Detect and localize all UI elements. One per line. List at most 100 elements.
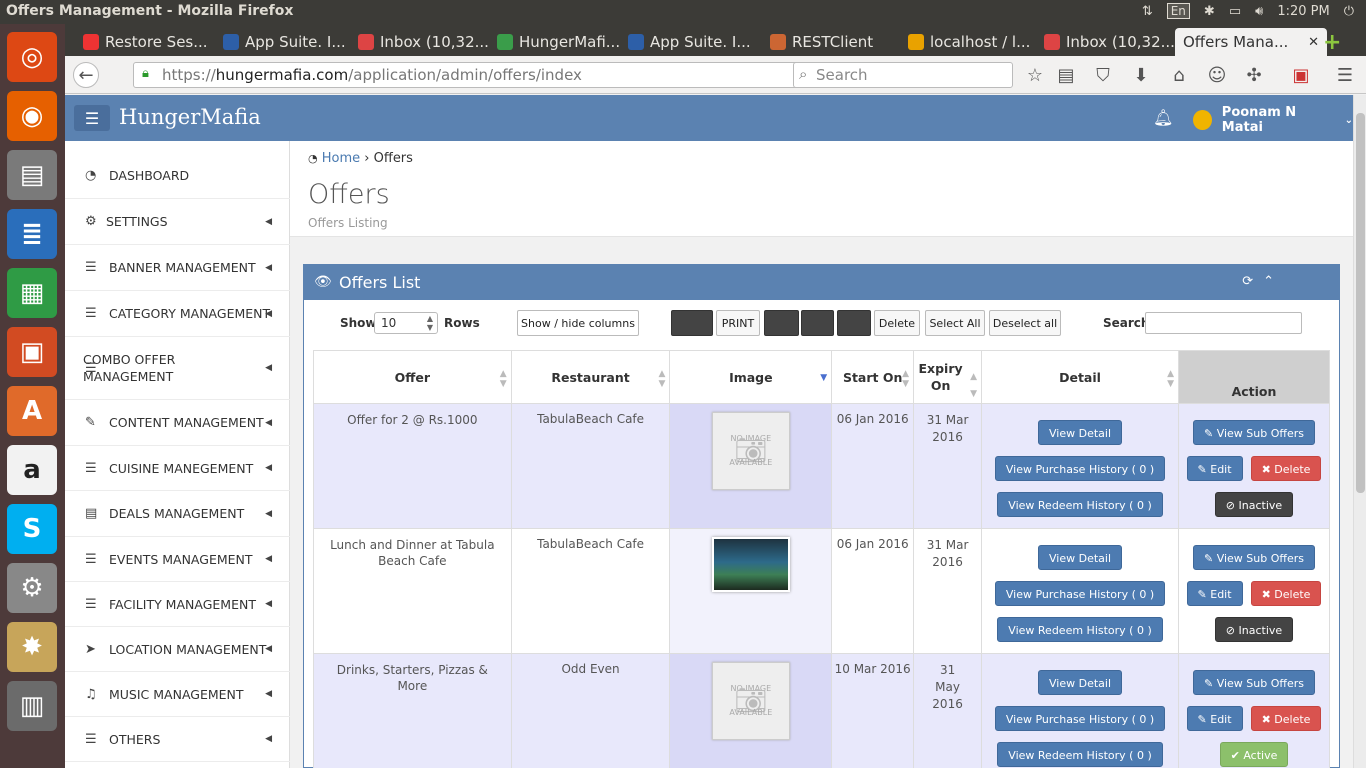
delete-button[interactable]: ✖ Delete (1250, 706, 1322, 731)
sidebar-item-deals-management[interactable]: ▤ DEALS MANAGEMENT ◀ (65, 491, 290, 537)
view-sub-offers-button[interactable]: ✎ View Sub Offers (1192, 670, 1315, 695)
browser-tab[interactable]: App Suite. I... (223, 28, 355, 56)
view-redeem-history-button[interactable]: View Redeem History ( 0 ) (997, 742, 1163, 767)
status-toggle-button[interactable]: ⊘ Inactive (1214, 617, 1294, 642)
spinner-arrows-icon[interactable]: ▲ ▼ (427, 314, 433, 332)
pocket-icon[interactable]: ⛉ (1090, 62, 1116, 88)
view-redeem-history-button[interactable]: View Redeem History ( 0 ) (997, 617, 1163, 642)
sidebar-item-category-management[interactable]: ☰ CATEGORY MANAGEMENT ◀ (65, 291, 290, 337)
browser-tab[interactable]: App Suite. I... (628, 28, 760, 56)
table-search-input[interactable] (1145, 312, 1302, 334)
browser-tab[interactable]: Inbox (10,32... (358, 28, 490, 56)
view-purchase-history-button[interactable]: View Purchase History ( 0 ) (994, 581, 1166, 606)
view-detail-button[interactable]: View Detail (1038, 420, 1123, 445)
sidebar-item-combo-offer-management[interactable]: ☰ COMBO OFFER MANAGEMENT ◀ (65, 337, 290, 400)
header-detail[interactable]: Detail ▲ ▼ (981, 350, 1179, 404)
view-sub-offers-button[interactable]: ✎ View Sub Offers (1192, 545, 1315, 570)
keyboard-language[interactable]: En (1166, 3, 1190, 19)
header-offer[interactable]: Offer ▲ ▼ (313, 350, 512, 404)
excel-button[interactable] (801, 310, 834, 336)
delete-selected-button[interactable]: Delete (874, 310, 920, 336)
sidebar-item-events-management[interactable]: ☰ EVENTS MANAGEMENT ◀ (65, 537, 290, 582)
refresh-icon[interactable]: ⟳ (1242, 274, 1253, 289)
browser-tab[interactable]: localhost / l... (908, 28, 1040, 56)
firefox-icon[interactable]: ◉ (7, 91, 57, 141)
brand-logo[interactable]: HungerMafia (119, 105, 261, 129)
edit-button[interactable]: ✎ Edit (1186, 706, 1243, 731)
offer-photo[interactable] (711, 537, 790, 592)
page-scrollbar[interactable] (1353, 95, 1366, 768)
delete-button[interactable]: ✖ Delete (1250, 581, 1322, 606)
breadcrumb-home-link[interactable]: Home (322, 151, 360, 166)
chevron-up-icon[interactable]: ⌃ (1263, 274, 1274, 289)
view-sub-offers-button[interactable]: ✎ View Sub Offers (1192, 420, 1315, 445)
edit-button[interactable]: ✎ Edit (1186, 456, 1243, 481)
view-detail-button[interactable]: View Detail (1038, 670, 1123, 695)
sidebar-item-dashboard[interactable]: ◔ DASHBOARD (65, 153, 290, 199)
power-icon[interactable]: ⏻ (1344, 4, 1354, 19)
ubuntu-icon[interactable]: ◎ (7, 32, 57, 82)
system-settings-icon[interactable]: ⚙ (7, 563, 57, 613)
header-image[interactable]: Image ▼ (669, 350, 833, 404)
select-all-button[interactable]: Select All (925, 310, 985, 336)
view-detail-button[interactable]: View Detail (1038, 545, 1123, 570)
bookmark-star-icon[interactable]: ☆ (1022, 62, 1048, 88)
lock-icon[interactable]: 🔒︎ (142, 66, 149, 81)
browser-tab[interactable]: Restore Ses... (83, 28, 215, 56)
stacked-apps-icon[interactable]: ▥ (7, 681, 57, 731)
network-arrows-icon[interactable]: ⇅ (1142, 4, 1153, 19)
clock[interactable]: 1:20 PM (1277, 4, 1329, 19)
url-bar[interactable]: 🔒︎ https://hungermafia.com/application/a… (133, 62, 851, 88)
sidebar-item-location-management[interactable]: ➤ LOCATION MANAGEMENT ◀ (65, 627, 290, 672)
browser-tab[interactable]: Inbox (10,32... (1044, 28, 1176, 56)
status-toggle-button[interactable]: ⊘ Inactive (1214, 492, 1294, 517)
bell-icon[interactable]: 🔔︎ (1153, 108, 1173, 127)
skype-icon[interactable]: S (7, 504, 57, 554)
delete-button[interactable]: ✖ Delete (1250, 456, 1322, 481)
header-start-on[interactable]: Start On ▲ ▼ (831, 350, 915, 404)
print-button[interactable]: PRINT (716, 310, 760, 336)
sidebar-item-others[interactable]: ☰ OTHERS ◀ (65, 717, 290, 762)
view-redeem-history-button[interactable]: View Redeem History ( 0 ) (997, 492, 1163, 517)
amazon-icon[interactable]: a (7, 445, 57, 495)
scrollbar-thumb[interactable] (1356, 113, 1365, 493)
reading-list-icon[interactable]: ▤ (1053, 62, 1079, 88)
back-arrow-icon[interactable]: ← (73, 62, 99, 88)
browser-tab[interactable]: HungerMafi... (497, 28, 629, 56)
sidebar-item-banner-management[interactable]: ☰ BANNER MANAGEMENT ◀ (65, 245, 290, 291)
sidebar-item-music-management[interactable]: ♫ MUSIC MANAGEMENT ◀ (65, 672, 290, 717)
close-tab-icon[interactable]: ✕ (1308, 35, 1319, 50)
calc-icon[interactable]: ▦ (7, 268, 57, 318)
sidebar-item-cuisine-manegement[interactable]: ☰ CUISINE MANEGEMENT ◀ (65, 446, 290, 491)
browser-tab[interactable]: Offers Mana... ✕ (1175, 28, 1327, 56)
volume-icon[interactable]: 🔊︎ (1255, 4, 1263, 19)
bluetooth-icon[interactable]: ✱ (1204, 4, 1215, 19)
rows-per-page-select[interactable]: 10 ▲ ▼ (374, 312, 438, 334)
header-expiry-on[interactable]: Expiry On ▲ ▼ (913, 350, 983, 404)
browser-search-input[interactable]: ⌕ Search (793, 62, 1013, 88)
files-icon[interactable]: ▤ (7, 150, 57, 200)
browser-tab[interactable]: RESTClient (770, 28, 902, 56)
sidebar-item-facility-management[interactable]: ☰ FACILITY MANAGEMENT ◀ (65, 582, 290, 627)
sidebar-item-settings[interactable]: ⚙ SETTINGS ◀ (65, 199, 290, 245)
user-menu[interactable]: Poonam N Matai ⌄ (1193, 105, 1353, 135)
addon-icon[interactable]: ▣ (1288, 62, 1314, 88)
status-toggle-button[interactable]: ✔ Active (1219, 742, 1289, 767)
hamburger-menu-icon[interactable]: ☰ (1332, 62, 1358, 88)
battery-icon[interactable]: ▭ (1229, 4, 1241, 19)
edit-button[interactable]: ✎ Edit (1186, 581, 1243, 606)
deselect-all-button[interactable]: Deselect all (989, 310, 1061, 336)
sidebar-item-content-management[interactable]: ✎ CONTENT MANAGEMENT ◀ (65, 400, 290, 446)
new-tab-plus-icon[interactable]: + (1323, 28, 1341, 56)
copy-button[interactable] (671, 310, 713, 336)
extension-icon[interactable]: ✣ (1241, 62, 1267, 88)
pdf-button[interactable] (837, 310, 871, 336)
writer-icon[interactable]: ≣ (7, 209, 57, 259)
home-icon[interactable]: ⌂ (1166, 62, 1192, 88)
csv-button[interactable] (764, 310, 799, 336)
view-purchase-history-button[interactable]: View Purchase History ( 0 ) (994, 706, 1166, 731)
show-hide-columns-button[interactable]: Show / hide columns (517, 310, 639, 336)
workspaces-icon[interactable]: ✸ (7, 622, 57, 672)
impress-icon[interactable]: ▣ (7, 327, 57, 377)
view-purchase-history-button[interactable]: View Purchase History ( 0 ) (994, 456, 1166, 481)
